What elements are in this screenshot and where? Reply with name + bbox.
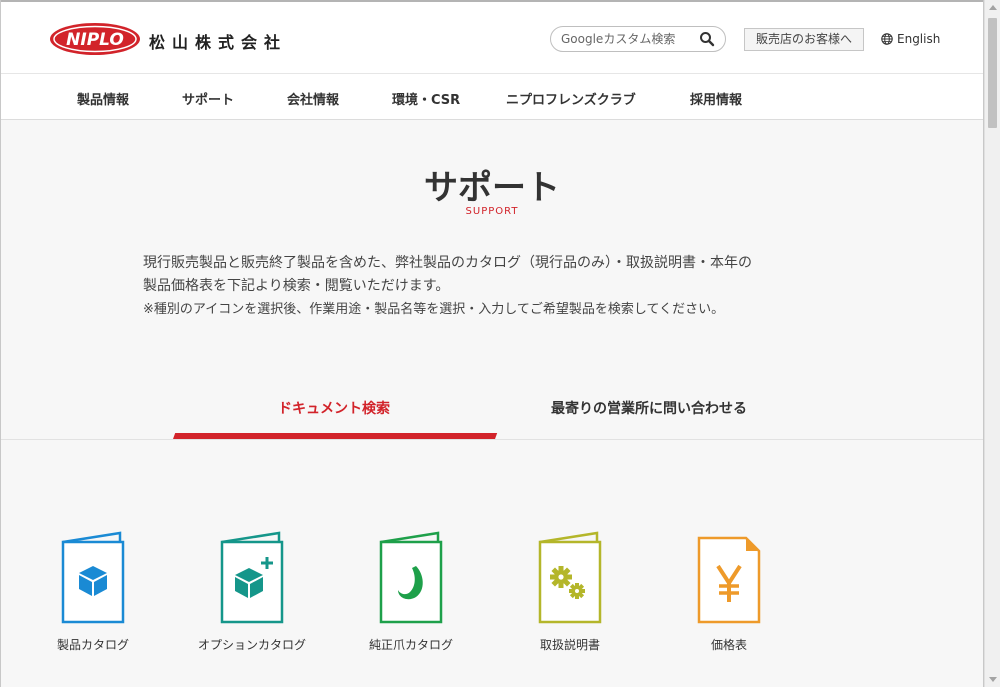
catalog-price-list[interactable]: 価格表: [659, 530, 799, 653]
nav-item-friends-club[interactable]: ニプロフレンズクラブ: [506, 89, 636, 108]
company-name: 松山株式会社: [149, 33, 288, 52]
scrollbar[interactable]: [984, 0, 1000, 687]
nav-item-csr[interactable]: 環境・CSR: [392, 89, 460, 108]
active-tab-indicator: [173, 433, 498, 439]
catalog-product[interactable]: 製品カタログ: [23, 530, 163, 653]
catalog-label: 純正爪カタログ: [368, 638, 453, 652]
catalog-label: 取扱説明書: [539, 638, 600, 652]
yen-icon: [697, 536, 761, 624]
tab-bar: ドキュメント検索 最寄りの営業所に問い合わせる: [1, 386, 983, 440]
cube-icon: [61, 531, 125, 624]
global-nav: 製品情報 サポート 会社情報 環境・CSR ニプロフレンズクラブ 採用情報: [1, 74, 983, 120]
site-search: [550, 26, 726, 52]
intro-note: ※種別のアイコンを選択後、作業用途・製品名等を選択・入力してご希望製品を検索して…: [143, 302, 725, 317]
gears-icon: [538, 531, 602, 624]
intro-line: 現行販売製品と販売終了製品を含めた、弊社製品のカタログ（現行品のみ）・取扱説明書…: [143, 255, 752, 271]
globe-icon: [881, 33, 893, 45]
scrollbar-thumb[interactable]: [988, 18, 997, 128]
scroll-down-arrow[interactable]: [989, 677, 997, 682]
catalog-label: 価格表: [710, 638, 747, 652]
niplo-logo[interactable]: NIPLO: [49, 22, 141, 56]
site-header: NIPLO 松山株式会社 販売店のお客様へ English: [1, 2, 983, 74]
catalog-claw[interactable]: 純正爪カタログ: [341, 530, 481, 653]
search-input[interactable]: [561, 30, 691, 48]
cube-plus-icon: [220, 531, 284, 624]
catalog-option[interactable]: オプションカタログ: [182, 530, 322, 653]
nav-item-company[interactable]: 会社情報: [287, 89, 339, 108]
nav-item-products[interactable]: 製品情報: [77, 89, 129, 108]
claw-icon: [379, 531, 443, 624]
logo-text: NIPLO: [66, 30, 124, 50]
dealer-button[interactable]: 販売店のお客様へ: [744, 28, 864, 51]
scroll-up-arrow[interactable]: [989, 5, 997, 10]
nav-item-support[interactable]: サポート: [182, 89, 234, 108]
catalog-manual[interactable]: 取扱説明書: [500, 530, 640, 653]
catalog-label: オプションカタログ: [197, 638, 306, 652]
search-icon[interactable]: [699, 31, 715, 47]
language-switch[interactable]: English: [881, 32, 940, 46]
page-title: サポート: [424, 168, 560, 208]
tab-contact-office[interactable]: 最寄りの営業所に問い合わせる: [551, 398, 747, 418]
intro-text: 現行販売製品と販売終了製品を含めた、弊社製品のカタログ（現行品のみ）・取扱説明書…: [143, 252, 863, 321]
tab-document-search[interactable]: ドキュメント検索: [278, 398, 390, 418]
main-content: サポート SUPPORT 現行販売製品と販売終了製品を含めた、弊社製品のカタログ…: [1, 120, 983, 687]
page-subtitle: SUPPORT: [465, 206, 519, 217]
intro-line: 製品価格表を下記より検索・閲覧いただけます。: [143, 278, 450, 294]
tab-divider: [1, 439, 983, 440]
nav-item-recruit[interactable]: 採用情報: [690, 89, 742, 108]
catalog-label: 製品カタログ: [56, 638, 129, 652]
language-label: English: [897, 32, 941, 46]
